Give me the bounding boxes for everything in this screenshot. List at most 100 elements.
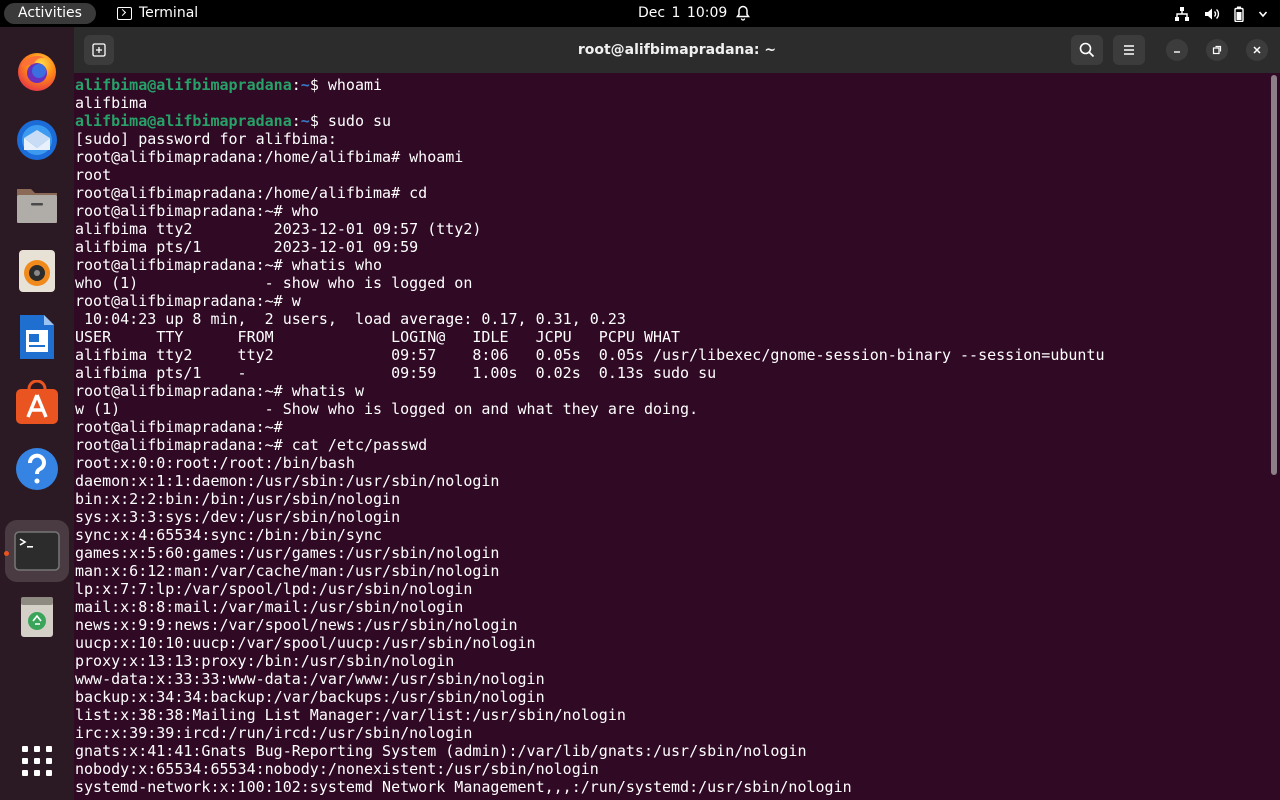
terminal-line: root@alifbimapradana:~# whatis who: [75, 256, 383, 274]
new-tab-button[interactable]: [84, 35, 114, 65]
terminal-line: proxy:x:13:13:proxy:/bin:/usr/sbin/nolog…: [75, 652, 455, 670]
terminal-line: sync:x:4:65534:sync:/bin:/bin/sync: [75, 526, 383, 544]
prompt-user-host: alifbima@alifbimapradana: [75, 112, 292, 130]
clock-date: Dec 1: [638, 5, 681, 21]
terminal-line: backup:x:34:34:backup:/var/backups:/usr/…: [75, 688, 545, 706]
dock-app-center[interactable]: [14, 380, 60, 426]
terminal-line: root@alifbimapradana:/home/alifbima# who…: [75, 148, 464, 166]
power-menu-arrow-icon: [1258, 10, 1268, 17]
network-wired-icon: [1175, 6, 1189, 21]
system-tray[interactable]: [1174, 5, 1268, 22]
app-menu-label: Terminal: [139, 5, 199, 21]
terminal-line: alifbima@alifbimapradana:~$ sudo su: [75, 112, 1265, 130]
minimize-icon: [1174, 51, 1180, 53]
thunderbird-icon: [17, 120, 57, 160]
terminal-line: alifbima tty2 tty2 09:57 8:06 0.05s 0.05…: [75, 346, 1105, 364]
minimize-button[interactable]: [1166, 39, 1188, 61]
terminal-line: [sudo] password for alifbima:: [75, 130, 337, 148]
close-button[interactable]: [1246, 39, 1268, 61]
terminal-line: www-data:x:33:33:www-data:/var/www:/usr/…: [75, 670, 545, 688]
files-folder-icon: [17, 189, 57, 223]
trash-icon: [21, 597, 53, 637]
prompt-command: $ whoami: [309, 76, 383, 94]
terminal-line: root:x:0:0:root:/root:/bin/bash: [75, 454, 355, 472]
terminal-line: uucp:x:10:10:uucp:/var/spool/uucp:/usr/s…: [75, 634, 536, 652]
prompt-separator: :: [291, 76, 301, 94]
terminal-output[interactable]: alifbima@alifbimapradana:~$ whoami alifbi…: [75, 73, 1265, 800]
rhythmbox-speaker-icon: [19, 250, 55, 292]
terminal-icon: [117, 7, 132, 20]
terminal-line: daemon:x:1:1:daemon:/usr/sbin:/usr/sbin/…: [75, 472, 500, 490]
writer-document-icon: [20, 315, 54, 359]
help-question-icon: [16, 448, 58, 490]
prompt-path: ~: [300, 112, 310, 130]
prompt-path: ~: [300, 76, 310, 94]
terminal-line: root@alifbimapradana:~# cat /etc/passwd: [75, 436, 428, 454]
volume-icon: [1205, 8, 1220, 19]
terminal-line: w (1) - Show who is logged on and what t…: [75, 400, 699, 418]
activities-button[interactable]: Activities: [4, 3, 96, 24]
terminal-line: mail:x:8:8:mail:/var/mail:/usr/sbin/nolo…: [75, 598, 464, 616]
terminal-line: list:x:38:38:Mailing List Manager:/var/l…: [75, 706, 626, 724]
hamburger-menu-icon: [1124, 45, 1134, 55]
terminal-line: alifbima pts/1 - 09:59 1.00s 0.02s 0.13s…: [75, 364, 717, 382]
prompt-user-host: alifbima@alifbimapradana: [75, 76, 292, 94]
dock: [0, 27, 74, 800]
terminal-line: alifbima tty2 2023-12-01 09:57 (tty2): [75, 220, 482, 238]
clock[interactable]: Dec 1 10:09: [638, 0, 727, 27]
terminal-line: sys:x:3:3:sys:/dev:/usr/sbin/nologin: [75, 508, 401, 526]
dock-libreoffice-writer[interactable]: [14, 314, 60, 360]
terminal-line: games:x:5:60:games:/usr/games:/usr/sbin/…: [75, 544, 500, 562]
terminal-line: nobody:x:65534:65534:nobody:/nonexistent…: [75, 760, 599, 778]
terminal-scrollbar[interactable]: [1271, 75, 1277, 475]
menu-button[interactable]: [1113, 35, 1145, 65]
terminal-line: root@alifbimapradana:~# w: [75, 292, 301, 310]
dock-trash[interactable]: [14, 594, 60, 640]
prompt-separator: :: [291, 112, 301, 130]
terminal-line: alifbima: [75, 94, 148, 112]
dock-help[interactable]: [14, 446, 60, 492]
terminal-line: alifbima pts/1 2023-12-01 09:59: [75, 238, 419, 256]
terminal-line: alifbima@alifbimapradana:~$ whoami: [75, 76, 1265, 94]
battery-icon: [1234, 6, 1244, 22]
dock-show-apps[interactable]: [14, 738, 60, 784]
terminal-line: USER TTY FROM LOGIN@ IDLE JCPU PCPU WHAT: [75, 328, 681, 346]
terminal-line: 10:04:23 up 8 min, 2 users, load average…: [75, 310, 626, 328]
window-header-bar[interactable]: root@alifbimapradana: ~: [74, 27, 1280, 73]
search-icon: [1079, 42, 1095, 58]
dock-firefox[interactable]: [14, 48, 60, 94]
top-bar: Activities Terminal Dec 1 10:09: [0, 0, 1280, 27]
restore-icon: [1212, 45, 1222, 55]
dock-terminal[interactable]: [14, 528, 60, 574]
clock-time: 10:09: [686, 5, 728, 21]
terminal-line: who (1) - show who is logged on: [75, 274, 473, 292]
dock-thunderbird[interactable]: [14, 116, 60, 162]
firefox-icon: [18, 53, 56, 91]
new-tab-icon: [92, 43, 106, 57]
dock-files[interactable]: [14, 182, 60, 228]
close-icon: [1253, 46, 1261, 54]
terminal-line: root@alifbimapradana:~# who: [75, 202, 319, 220]
notification-bell-icon[interactable]: [736, 5, 750, 21]
terminal-line: lp:x:7:7:lp:/var/spool/lpd:/usr/sbin/nol…: [75, 580, 473, 598]
terminal-line: gnats:x:41:41:Gnats Bug-Reporting System…: [75, 742, 807, 760]
terminal-line: news:x:9:9:news:/var/spool/news:/usr/sbi…: [75, 616, 518, 634]
app-grid-icon: [22, 746, 52, 776]
terminal-window: root@alifbimapradana: ~ alifbima@alifbim…: [74, 27, 1280, 800]
terminal-line: bin:x:2:2:bin:/bin:/usr/sbin/nologin: [75, 490, 401, 508]
app-center-icon: [16, 380, 58, 424]
terminal-line: root: [75, 166, 112, 184]
terminal-line: man:x:6:12:man:/var/cache/man:/usr/sbin/…: [75, 562, 500, 580]
dock-rhythmbox[interactable]: [14, 248, 60, 294]
terminal-icon: [14, 531, 60, 571]
app-menu[interactable]: Terminal: [117, 0, 198, 27]
prompt-command: $ sudo su: [309, 112, 392, 130]
terminal-line: root@alifbimapradana:/home/alifbima# cd: [75, 184, 428, 202]
terminal-line: systemd-network:x:100:102:systemd Networ…: [75, 778, 852, 796]
terminal-line: root@alifbimapradana:~# whatis w: [75, 382, 364, 400]
maximize-button[interactable]: [1206, 39, 1228, 61]
running-indicator: [4, 551, 9, 556]
terminal-line: root@alifbimapradana:~#: [75, 418, 283, 436]
terminal-line: irc:x:39:39:ircd:/run/ircd:/usr/sbin/nol…: [75, 724, 473, 742]
search-button[interactable]: [1071, 35, 1103, 65]
